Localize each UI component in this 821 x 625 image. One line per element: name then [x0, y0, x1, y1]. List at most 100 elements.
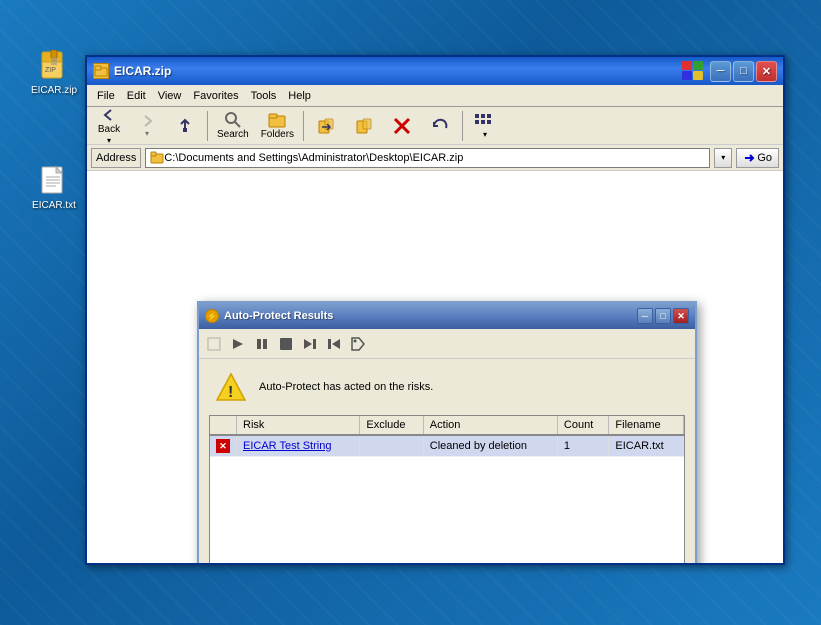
- copy-icon: [355, 117, 373, 135]
- halt-icon: [279, 337, 293, 351]
- table-row[interactable]: ✕ EICAR Test String Cleaned by deletion …: [210, 435, 684, 457]
- eicar-txt-label: EICAR.txt: [30, 199, 78, 212]
- menu-help[interactable]: Help: [282, 88, 317, 104]
- delete-button[interactable]: [384, 114, 420, 138]
- dlg-pause-btn[interactable]: [251, 333, 273, 355]
- svg-text:ZIP: ZIP: [45, 67, 56, 74]
- go-label: Go: [757, 152, 772, 164]
- risk-x-icon: ✕: [216, 439, 230, 453]
- winxp-logo-icon: [682, 61, 704, 81]
- risk-filename-cell: EICAR.txt: [609, 435, 684, 457]
- warning-message-area: ! Auto-Protect has acted on the risks.: [199, 359, 695, 415]
- risk-status-icon-cell: ✕: [210, 435, 237, 457]
- col-action: Action: [423, 416, 557, 435]
- col-count: Count: [557, 416, 609, 435]
- forward-dropdown-arrow[interactable]: ▾: [145, 129, 149, 138]
- menu-tools[interactable]: Tools: [245, 88, 283, 104]
- svg-text:!: !: [228, 384, 233, 401]
- move-icon: [317, 117, 335, 135]
- tag-icon: [351, 337, 365, 351]
- explorer-toolbar: Back ▾ ▾ Search: [87, 107, 783, 145]
- dlg-skip-back-btn[interactable]: [323, 333, 345, 355]
- skip-forward-icon: [303, 337, 317, 351]
- zip-file-icon: ZIP: [38, 50, 70, 82]
- toolbar-separator-1: [207, 111, 208, 141]
- back-dropdown-arrow[interactable]: ▾: [107, 136, 111, 145]
- menu-file[interactable]: File: [91, 88, 121, 104]
- dlg-skip-forward-btn[interactable]: [299, 333, 321, 355]
- address-input-wrap[interactable]: [145, 148, 710, 168]
- desktop-icon-eicar-zip[interactable]: ZIP EICAR.zip: [22, 50, 86, 97]
- address-bar: Address ▾ Go: [87, 145, 783, 171]
- go-button[interactable]: Go: [736, 148, 779, 168]
- toolbar-separator-3: [462, 111, 463, 141]
- dialog-toolbar: [199, 329, 695, 359]
- results-table-wrap: Risk Exclude Action Count Filename ✕: [209, 415, 685, 563]
- dlg-tag-btn[interactable]: [347, 333, 369, 355]
- explorer-title-text: EICAR.zip: [114, 64, 682, 78]
- menu-edit[interactable]: Edit: [121, 88, 152, 104]
- forward-icon: [139, 113, 155, 129]
- col-icon: [210, 416, 237, 435]
- explorer-title-icon: [93, 63, 109, 79]
- explorer-titlebar: EICAR.zip ─ □ ✕: [87, 57, 783, 85]
- folders-label: Folders: [261, 129, 294, 140]
- back-button[interactable]: Back ▾: [91, 104, 127, 148]
- explorer-menu-bar: File Edit View Favorites Tools Help: [87, 85, 783, 107]
- col-risk: Risk: [237, 416, 360, 435]
- risk-count-cell: 1: [557, 435, 609, 457]
- risk-name-cell: EICAR Test String: [237, 435, 360, 457]
- folders-button[interactable]: Folders: [256, 108, 299, 143]
- play-icon: [231, 337, 245, 351]
- dialog-close-btn[interactable]: ✕: [673, 308, 689, 324]
- menu-view[interactable]: View: [152, 88, 188, 104]
- risk-action-cell: Cleaned by deletion: [423, 435, 557, 457]
- dialog-title-icon: ⚡: [205, 309, 219, 323]
- pause-icon: [255, 337, 269, 351]
- up-icon: [177, 118, 193, 134]
- go-arrow-icon: [743, 152, 755, 164]
- desktop-icon-eicar-txt[interactable]: EICAR.txt: [22, 165, 86, 212]
- undo-icon: [431, 117, 449, 135]
- col-exclude: Exclude: [360, 416, 423, 435]
- view-button[interactable]: ▾: [467, 109, 503, 142]
- toolbar-separator-2: [303, 111, 304, 141]
- dialog-title-text: Auto-Protect Results: [224, 310, 637, 322]
- dialog-window-controls: ─ □ ✕: [637, 308, 689, 324]
- up-button[interactable]: [167, 115, 203, 137]
- forward-button[interactable]: ▾: [129, 110, 165, 141]
- back-label: Back: [98, 124, 120, 135]
- stop-icon: [207, 337, 221, 351]
- copy-to-button[interactable]: [346, 114, 382, 138]
- search-button[interactable]: Search: [212, 108, 254, 143]
- dialog-titlebar: ⚡ Auto-Protect Results ─ □ ✕: [199, 303, 695, 329]
- view-icon: [474, 112, 496, 130]
- results-table: Risk Exclude Action Count Filename ✕: [210, 416, 684, 457]
- view-dropdown-arrow[interactable]: ▾: [483, 130, 487, 139]
- address-label: Address: [91, 148, 141, 168]
- delete-icon: [393, 117, 411, 135]
- explorer-minimize-btn[interactable]: ─: [710, 61, 731, 82]
- skip-back-icon: [327, 337, 341, 351]
- folders-icon: [268, 111, 286, 129]
- dialog-restore-btn[interactable]: □: [655, 308, 671, 324]
- back-icon: [101, 107, 117, 123]
- explorer-close-btn[interactable]: ✕: [756, 61, 777, 82]
- menu-favorites[interactable]: Favorites: [187, 88, 244, 104]
- explorer-maximize-btn[interactable]: □: [733, 61, 754, 82]
- dlg-halt-btn[interactable]: [275, 333, 297, 355]
- eicar-zip-label: EICAR.zip: [29, 84, 79, 97]
- dlg-play-btn[interactable]: [227, 333, 249, 355]
- dlg-stop-btn[interactable]: [203, 333, 225, 355]
- explorer-window: EICAR.zip ─ □ ✕ File Edit View Favorites…: [85, 55, 785, 565]
- move-to-button[interactable]: [308, 114, 344, 138]
- warning-text: Auto-Protect has acted on the risks.: [259, 381, 433, 393]
- txt-file-icon: [38, 165, 70, 197]
- risk-link[interactable]: EICAR Test String: [243, 440, 331, 452]
- explorer-content: ⚡ Auto-Protect Results ─ □ ✕: [87, 171, 783, 563]
- undo-button[interactable]: [422, 114, 458, 138]
- dialog-minimize-btn[interactable]: ─: [637, 308, 653, 324]
- address-input[interactable]: [164, 152, 705, 164]
- address-dropdown-btn[interactable]: ▾: [714, 148, 732, 168]
- warning-triangle-icon: !: [215, 371, 247, 403]
